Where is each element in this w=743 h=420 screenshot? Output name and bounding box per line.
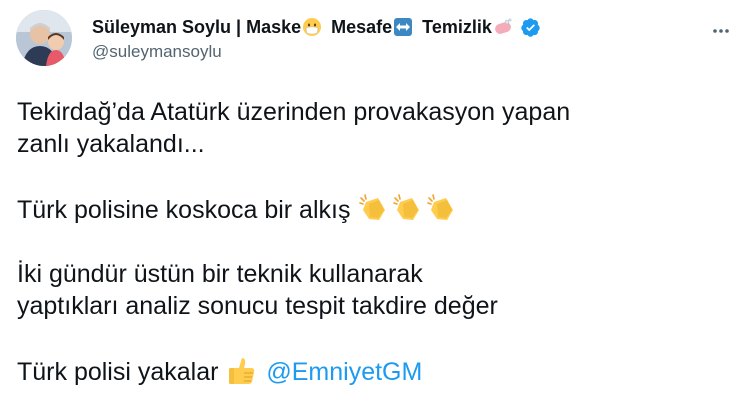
display-name-part-2[interactable]: Mesafe xyxy=(331,17,392,38)
tweet-header: Süleyman Soylu | Maske Mesafe Temizlik @… xyxy=(16,10,729,68)
verified-badge-icon xyxy=(520,17,541,38)
display-name-part-3[interactable]: Temizlik xyxy=(422,17,492,38)
tweet-paragraph-4: Türk polisi yakalar @EmniyetGM xyxy=(17,354,727,388)
tweet-card: Süleyman Soylu | Maske Mesafe Temizlik @… xyxy=(0,0,743,412)
left-right-arrow-emoji-icon xyxy=(393,17,413,37)
tweet-text: Tekirdağ’da Atatürk üzerinden provakasyo… xyxy=(17,96,727,420)
tweet-line-4: İki gündür üstün bir teknik kullanarak xyxy=(17,260,423,288)
tweet-paragraph-2: Türk polisine koskoca bir alkış xyxy=(17,192,727,226)
clapping-hands-emoji-icon xyxy=(425,192,459,226)
display-name-row[interactable]: Süleyman Soylu | Maske Mesafe Temizlik xyxy=(92,14,541,40)
author-names: Süleyman Soylu | Maske Mesafe Temizlik @… xyxy=(92,14,541,62)
avatar[interactable] xyxy=(16,10,72,66)
thumbs-up-emoji-icon xyxy=(225,354,259,388)
tweet-line-6: Türk polisi yakalar xyxy=(17,358,219,386)
soap-emoji-icon xyxy=(493,17,513,37)
display-name[interactable]: Süleyman Soylu | Maske xyxy=(92,17,301,38)
tweet-line-2: zanlı yakalandı... xyxy=(17,130,205,158)
more-options-button[interactable] xyxy=(706,18,736,48)
tweet-line-3: Türk polisine koskoca bir alkış xyxy=(17,196,351,224)
more-options-icon xyxy=(711,21,731,46)
tweet-paragraph-3: İki gündür üstün bir teknik kullanarak y… xyxy=(17,258,727,322)
tweet-line-1: Tekirdağ’da Atatürk üzerinden provakasyo… xyxy=(17,98,571,126)
mask-emoji-icon xyxy=(302,17,322,37)
author-handle[interactable]: @suleymansoylu xyxy=(92,42,541,62)
mention-link[interactable]: @EmniyetGM xyxy=(266,358,422,386)
clapping-hands-emoji-icon xyxy=(357,192,391,226)
clapping-hands-emoji-icon xyxy=(391,192,425,226)
tweet-line-5: yaptıkları analiz sonucu tespit takdire … xyxy=(17,292,498,320)
tweet-paragraph-1: Tekirdağ’da Atatürk üzerinden provakasyo… xyxy=(17,96,727,160)
